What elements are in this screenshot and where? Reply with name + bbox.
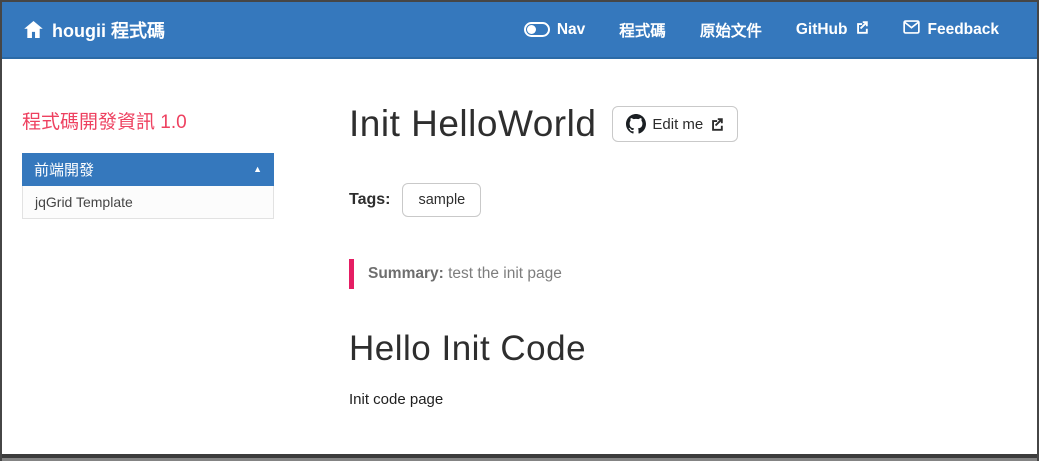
nav-item-label: 原始文件 (699, 22, 762, 40)
screenshot-frame: hougii 程式碼 Nav 程式碼 原始文件 GitHub Feedback … (0, 0, 1039, 461)
main-content: Init HelloWorld Edit me Tags: sample Sum… (329, 59, 1037, 408)
page-title: Init HelloWorld (349, 103, 597, 144)
summary-accent-bar (349, 259, 354, 289)
nav-item-label: Feedback (927, 20, 999, 38)
nav-item-nav[interactable]: Nav (523, 20, 586, 39)
title-row: Init HelloWorld Edit me (349, 103, 1007, 145)
nav-item-source-docs[interactable]: 原始文件 (700, 19, 762, 41)
nav-item-code[interactable]: 程式碼 (619, 19, 666, 41)
body-text: Init code page (349, 391, 444, 408)
toggle-icon (523, 22, 550, 37)
navbar: hougii 程式碼 Nav 程式碼 原始文件 GitHub Feedback (2, 2, 1037, 59)
accordion-header-frontend[interactable]: 前端開發 ▲ (22, 153, 274, 186)
window-bottom-edge (2, 452, 1037, 461)
tags-row: Tags: sample (349, 183, 1007, 217)
summary-label: Summary: (368, 265, 444, 282)
sidebar: 程式碼開發資訊 1.0 前端開發 ▲ jqGrid Template (2, 59, 329, 219)
github-icon (626, 114, 647, 134)
nav-item-label: 程式碼 (619, 22, 666, 40)
section-heading: Hello Init Code (349, 329, 587, 368)
tag-sample[interactable]: sample (402, 183, 482, 217)
summary-text: Summary: test the init page (368, 265, 562, 283)
edit-me-label: Edit me (652, 115, 704, 133)
sidebar-version-title[interactable]: 程式碼開發資訊 1.0 (22, 107, 329, 134)
triangle-up-icon: ▲ (253, 164, 262, 174)
home-icon (24, 21, 43, 38)
tags-label: Tags: (349, 191, 391, 208)
accordion-header-label: 前端開發 (34, 162, 95, 179)
external-link-icon (854, 20, 869, 40)
nav-item-label: Nav (556, 20, 586, 38)
summary-block: Summary: test the init page (349, 259, 1007, 289)
envelope-icon (903, 20, 921, 39)
navbar-brand[interactable]: hougii 程式碼 (24, 17, 165, 43)
brand-label: hougii 程式碼 (52, 20, 165, 41)
page-content: 程式碼開發資訊 1.0 前端開發 ▲ jqGrid Template Init … (2, 59, 1037, 408)
nav-item-github[interactable]: GitHub (796, 20, 870, 40)
nav-item-feedback[interactable]: Feedback (903, 20, 999, 39)
nav-item-label: GitHub (795, 20, 848, 38)
navbar-links: Nav 程式碼 原始文件 GitHub Feedback (523, 19, 999, 41)
external-link-icon (709, 117, 724, 132)
edit-me-button[interactable]: Edit me (612, 106, 739, 142)
summary-value: test the init page (448, 265, 562, 282)
sidebar-item-jqgrid-template[interactable]: jqGrid Template (22, 186, 274, 219)
sidebar-accordion: 前端開發 ▲ jqGrid Template (22, 153, 274, 219)
